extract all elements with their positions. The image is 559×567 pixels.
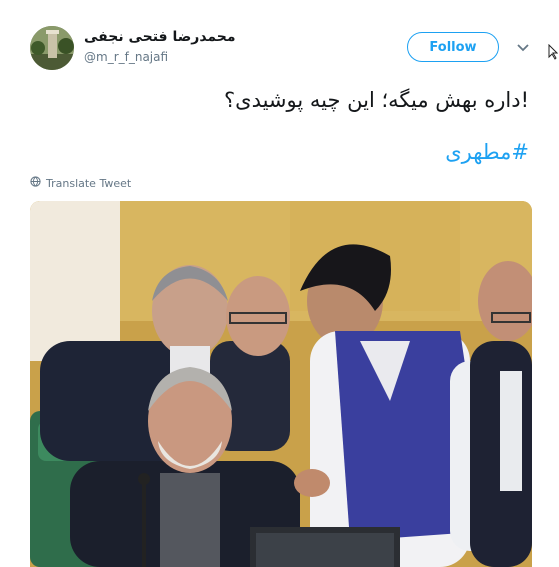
tweet-photo[interactable] (30, 201, 532, 567)
photo-illustration (30, 201, 532, 567)
globe-icon (30, 176, 41, 190)
translate-label: Translate Tweet (46, 176, 132, 190)
translate-tweet-link[interactable]: Translate Tweet (30, 176, 131, 190)
username[interactable]: @m_r_f_najafi (84, 50, 168, 64)
follow-button[interactable]: Follow (407, 32, 499, 62)
avatar-image (30, 26, 74, 70)
hashtag-link[interactable]: #مطهری (445, 140, 529, 164)
tweet-text: !داره بهش میگه؛ این چیه پوشیدی؟ (223, 88, 529, 112)
chevron-down-icon[interactable] (514, 38, 532, 56)
avatar[interactable] (30, 26, 74, 70)
display-name[interactable]: محمدرضا فتحی نجفی (84, 29, 236, 45)
cursor-icon (548, 43, 559, 64)
